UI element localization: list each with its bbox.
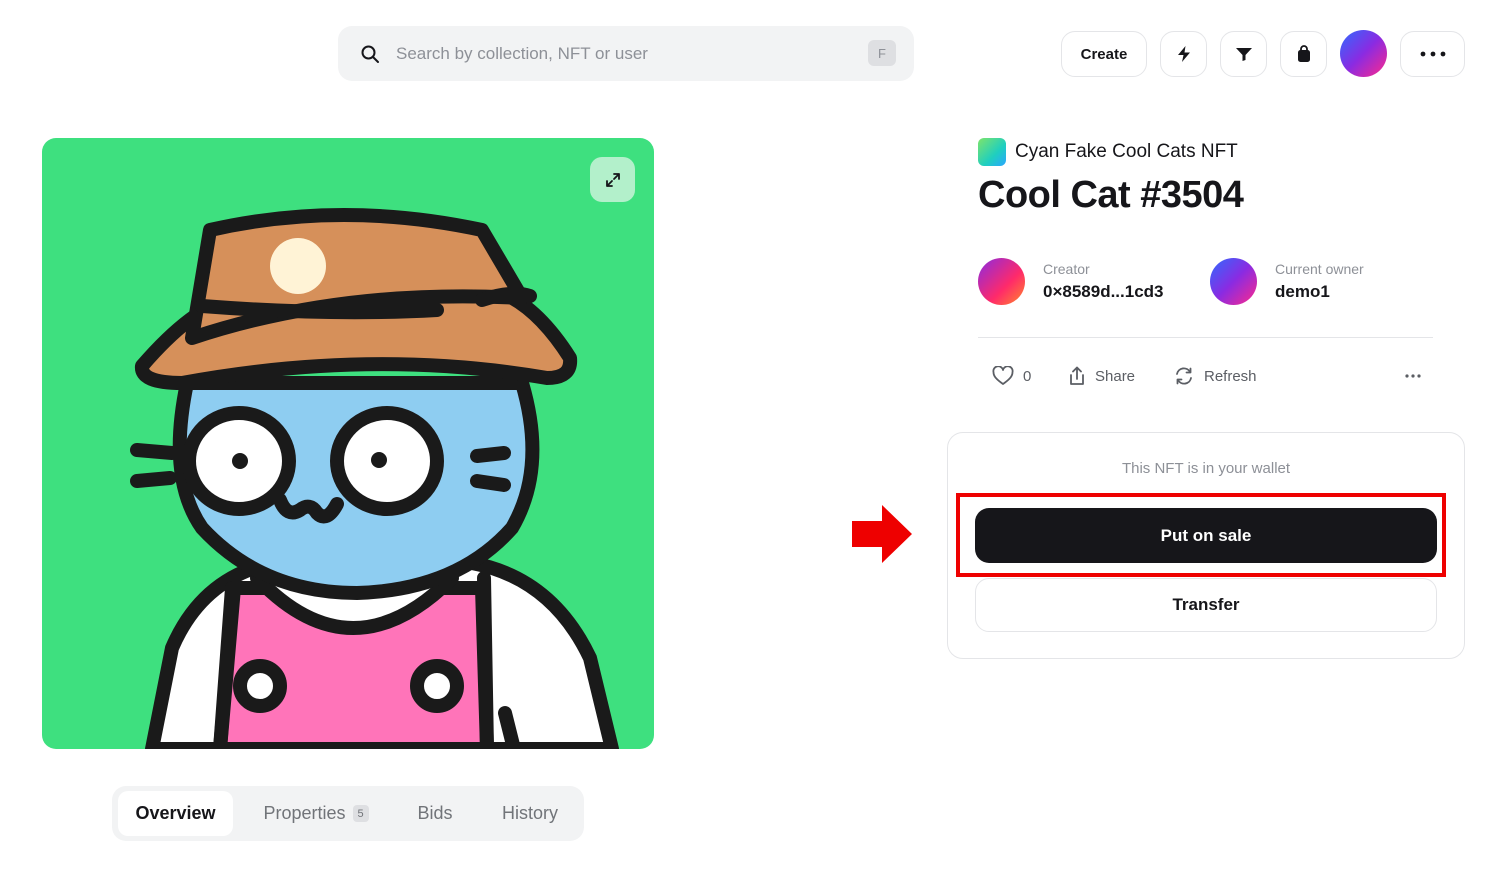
creator-label: Creator	[1043, 261, 1090, 277]
put-on-sale-button[interactable]: Put on sale	[975, 508, 1437, 563]
creator-block[interactable]: Creator 0×8589d...1cd3	[978, 258, 1164, 305]
lightning-icon	[1177, 46, 1190, 62]
more-actions-button[interactable]	[1405, 358, 1430, 394]
collection-link[interactable]: Cyan Fake Cool Cats NFT	[978, 138, 1238, 166]
filter-button[interactable]	[1220, 31, 1267, 77]
like-count: 0	[1023, 367, 1032, 385]
tab-label: Properties	[263, 803, 346, 823]
red-arrow-icon	[852, 505, 912, 563]
search-shortcut-badge: F	[868, 40, 896, 66]
tab-overview[interactable]: Overview	[118, 791, 233, 836]
refresh-label: Refresh	[1204, 367, 1257, 385]
expand-icon	[605, 172, 620, 187]
tab-properties[interactable]: Properties 5	[246, 791, 386, 836]
tab-bids[interactable]: Bids	[400, 791, 470, 836]
owner-name: demo1	[1275, 282, 1330, 301]
nft-artwork[interactable]	[42, 138, 654, 749]
like-button[interactable]: 0	[992, 358, 1031, 394]
nft-actions: 0 Share Refresh	[978, 358, 1433, 394]
tab-label: Bids	[417, 803, 453, 823]
tab-label: Overview	[135, 803, 216, 823]
activity-button[interactable]	[1160, 31, 1207, 77]
refresh-icon	[1176, 367, 1192, 385]
cool-cat-image	[130, 208, 619, 749]
search-input[interactable]	[396, 36, 836, 71]
collection-logo	[978, 138, 1006, 166]
nft-title: Cool Cat #3504	[978, 174, 1244, 216]
user-avatar[interactable]	[1340, 30, 1387, 77]
more-icon	[1420, 51, 1445, 57]
collection-name: Cyan Fake Cool Cats NFT	[1015, 141, 1238, 162]
share-label: Share	[1095, 367, 1136, 385]
owner-label: Current owner	[1275, 261, 1364, 277]
transfer-button[interactable]: Transfer	[975, 578, 1437, 632]
bag-button[interactable]	[1280, 31, 1327, 77]
bag-icon	[1297, 45, 1310, 62]
creator-avatar	[978, 258, 1025, 305]
tab-label: History	[501, 803, 558, 823]
search-icon	[361, 45, 379, 63]
more-menu-button[interactable]	[1400, 31, 1465, 77]
tab-history[interactable]: History	[488, 791, 572, 836]
refresh-button[interactable]: Refresh	[1173, 358, 1257, 394]
properties-count-badge: 5	[352, 805, 369, 822]
share-icon	[1070, 366, 1084, 385]
share-button[interactable]: Share	[1068, 358, 1135, 394]
more-icon	[1405, 374, 1421, 378]
creator-address: 0×8589d...1cd3	[1043, 282, 1164, 301]
heart-icon	[992, 366, 1014, 385]
wallet-note: This NFT is in your wallet	[1121, 460, 1291, 477]
search-bar[interactable]: F	[338, 26, 914, 81]
detail-tabs: Overview Properties 5 Bids History	[112, 786, 584, 841]
owner-avatar	[1210, 258, 1257, 305]
create-button[interactable]: Create	[1061, 31, 1147, 77]
expand-button[interactable]	[590, 157, 635, 202]
filter-icon	[1235, 48, 1252, 61]
divider	[978, 337, 1433, 338]
owner-block[interactable]: Current owner demo1	[1210, 258, 1364, 305]
